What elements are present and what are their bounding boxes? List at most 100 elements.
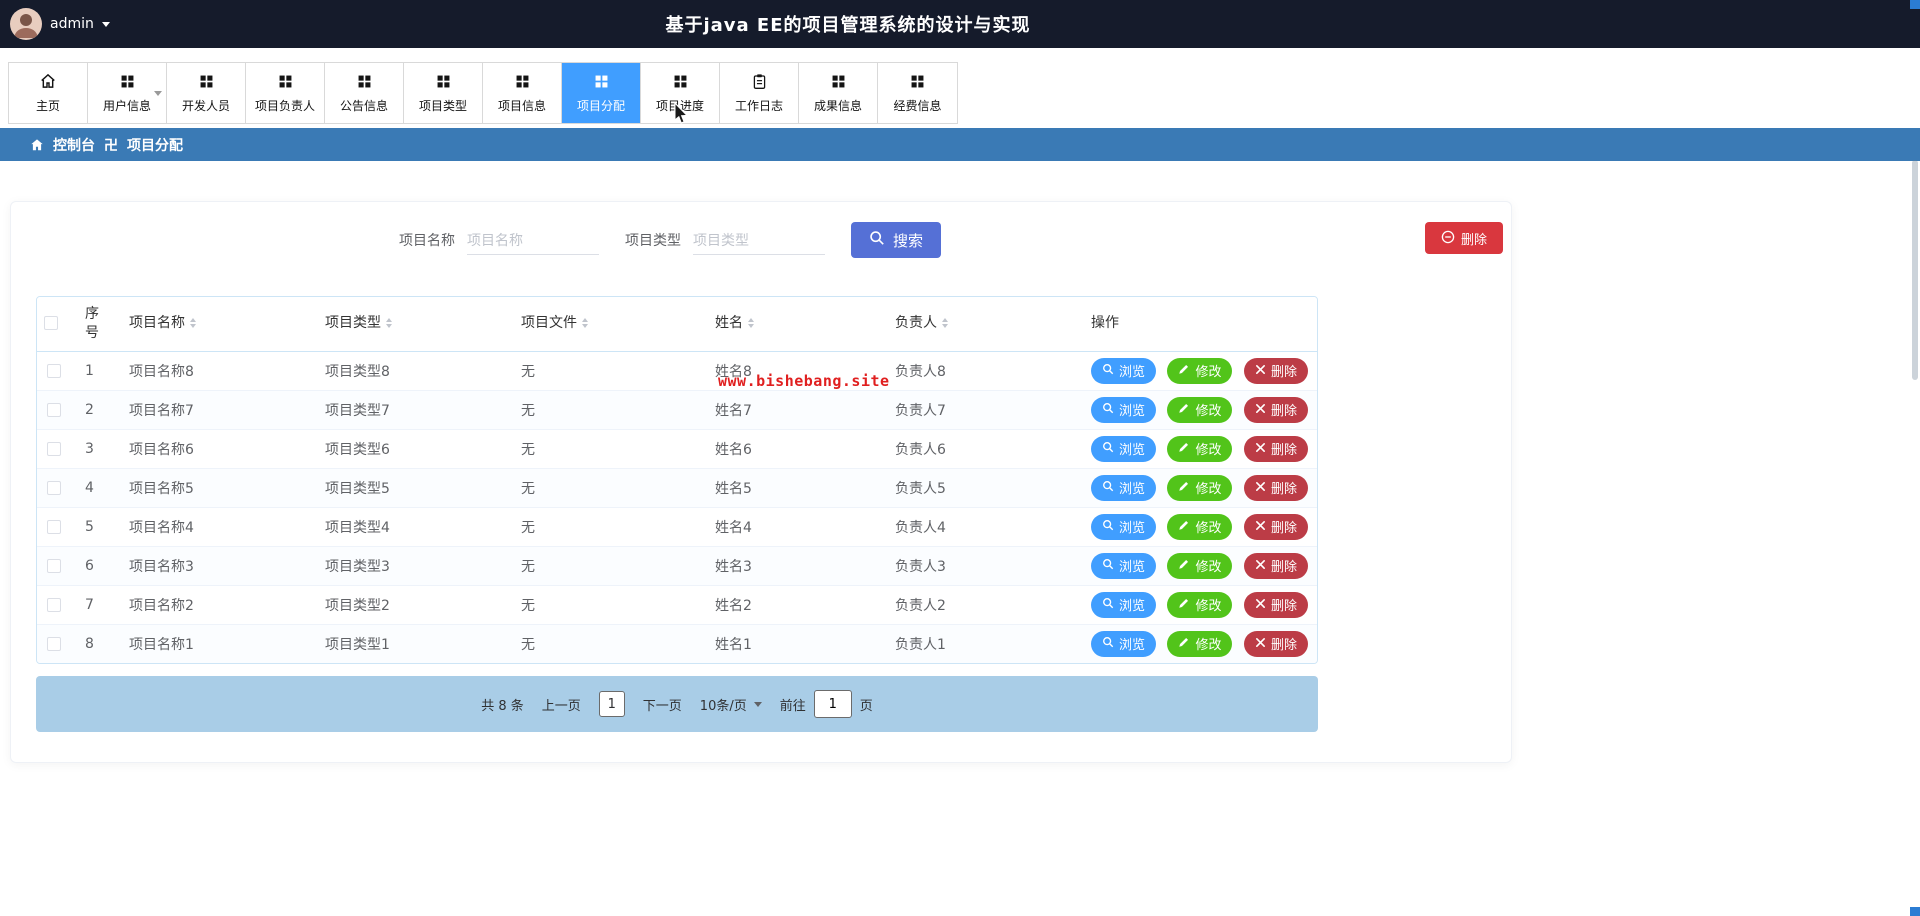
- search-icon: [1102, 519, 1114, 534]
- breadcrumb-console[interactable]: 控制台: [53, 135, 95, 155]
- col-header-file: 项目文件: [521, 315, 577, 332]
- edit-pencil-icon: [1178, 558, 1190, 573]
- delete-row-button[interactable]: 删除: [1243, 552, 1308, 579]
- delete-row-button[interactable]: 删除: [1243, 513, 1308, 540]
- edit-button[interactable]: 修改: [1167, 513, 1233, 540]
- journal-icon: [751, 72, 768, 90]
- delete-row-button[interactable]: 删除: [1243, 357, 1308, 384]
- pagination-bar: 共 8 条 上一页 1 下一页 10条/页 前往 页: [36, 676, 1318, 732]
- nav-tab-2[interactable]: 开发人员: [167, 63, 246, 123]
- cell-no: 7: [71, 585, 117, 625]
- view-button[interactable]: 浏览: [1091, 357, 1157, 384]
- col-header-name: 项目名称: [129, 315, 185, 332]
- view-button[interactable]: 浏览: [1091, 435, 1157, 462]
- view-button[interactable]: 浏览: [1091, 552, 1157, 579]
- search-button[interactable]: 搜索: [851, 222, 942, 258]
- view-button-label: 浏览: [1119, 364, 1146, 379]
- cell-leader: 负责人2: [883, 585, 1079, 625]
- edit-button[interactable]: 修改: [1167, 435, 1233, 462]
- search-toolbar: 项目名称 项目类型 搜索 删除: [11, 222, 1511, 270]
- edit-button-label: 修改: [1195, 481, 1222, 496]
- row-checkbox[interactable]: [47, 519, 61, 534]
- goto-page: 前往 页: [780, 690, 873, 718]
- nav-tab-8[interactable]: 项目进度: [641, 63, 720, 123]
- edit-button[interactable]: 修改: [1167, 396, 1233, 423]
- nav-tab-4[interactable]: 公告信息: [325, 63, 404, 123]
- row-checkbox[interactable]: [47, 363, 61, 378]
- cell-project-name: 项目名称7: [117, 390, 313, 430]
- nav-tab-label: 成果信息: [813, 99, 862, 113]
- project-name-input[interactable]: [467, 225, 599, 255]
- cell-project-file: 无: [509, 390, 703, 430]
- prev-page-button[interactable]: 上一页: [542, 695, 581, 714]
- nav-tab-11[interactable]: 经费信息: [878, 63, 957, 123]
- edit-button[interactable]: 修改: [1167, 552, 1233, 579]
- cell-person-name: 姓名8: [703, 351, 883, 391]
- sort-icon[interactable]: [942, 315, 948, 331]
- page-size-select[interactable]: 10条/页: [700, 695, 762, 714]
- edit-button[interactable]: 修改: [1167, 474, 1233, 501]
- delete-row-button[interactable]: 删除: [1243, 435, 1308, 462]
- cell-no: 4: [71, 468, 117, 508]
- close-icon: [1255, 519, 1266, 534]
- next-page-button[interactable]: 下一页: [643, 695, 682, 714]
- nav-tab-9[interactable]: 工作日志: [720, 63, 799, 123]
- nav-tab-3[interactable]: 项目负责人: [246, 63, 325, 123]
- nav-tab-1[interactable]: 用户信息: [88, 63, 167, 123]
- nav-tab-6[interactable]: 项目信息: [483, 63, 562, 123]
- nav-tab-0[interactable]: 主页: [9, 63, 88, 123]
- view-button[interactable]: 浏览: [1091, 630, 1157, 657]
- nav-tab-5[interactable]: 项目类型: [404, 63, 483, 123]
- sort-icon[interactable]: [582, 315, 588, 331]
- view-button[interactable]: 浏览: [1091, 591, 1157, 618]
- row-checkbox[interactable]: [47, 636, 61, 651]
- row-checkbox[interactable]: [47, 480, 61, 495]
- edit-button[interactable]: 修改: [1167, 630, 1233, 657]
- view-button[interactable]: 浏览: [1091, 474, 1157, 501]
- project-type-input[interactable]: [693, 225, 825, 255]
- delete-row-button[interactable]: 删除: [1243, 474, 1308, 501]
- cell-project-file: 无: [509, 429, 703, 469]
- avatar: [10, 8, 42, 40]
- nav-tab-label: 开发人员: [181, 99, 230, 113]
- sort-icon[interactable]: [190, 315, 196, 331]
- delete-row-button-label: 删除: [1270, 520, 1297, 535]
- edit-button[interactable]: 修改: [1167, 357, 1233, 384]
- edit-button[interactable]: 修改: [1167, 591, 1233, 618]
- nav-tab-10[interactable]: 成果信息: [799, 63, 878, 123]
- view-button[interactable]: 浏览: [1091, 513, 1157, 540]
- sort-icon[interactable]: [386, 315, 392, 331]
- search-icon: [1102, 363, 1114, 378]
- select-all-checkbox[interactable]: [44, 316, 58, 331]
- grid-icon: [514, 72, 531, 90]
- delete-row-button[interactable]: 删除: [1243, 591, 1308, 618]
- row-checkbox[interactable]: [47, 441, 61, 456]
- delete-row-button[interactable]: 删除: [1243, 630, 1308, 657]
- delete-row-button[interactable]: 删除: [1243, 396, 1308, 423]
- goto-suffix: 页: [859, 698, 873, 714]
- row-checkbox[interactable]: [47, 597, 61, 612]
- view-button[interactable]: 浏览: [1091, 396, 1157, 423]
- nav-bar: 主页 用户信息 开发人员 项目负责人 公告信息 项目类型 项目信息 项目分配 项…: [0, 48, 1920, 128]
- bulk-delete-button[interactable]: 删除: [1424, 222, 1503, 254]
- col-header-leader: 负责人: [895, 315, 937, 332]
- nav-tab-label: 项目信息: [497, 99, 546, 113]
- goto-page-input[interactable]: [813, 690, 852, 718]
- grid-icon: [198, 72, 215, 90]
- row-checkbox[interactable]: [47, 402, 61, 417]
- col-header-no: 序号: [85, 305, 99, 341]
- content-card: 项目名称 项目类型 搜索 删除: [10, 201, 1512, 763]
- scrollbar-down-arrow[interactable]: [1910, 907, 1920, 916]
- close-icon: [1255, 558, 1266, 573]
- grid-icon: [435, 72, 452, 90]
- row-checkbox[interactable]: [47, 558, 61, 573]
- cell-no: 2: [71, 390, 117, 430]
- view-button-label: 浏览: [1119, 598, 1146, 613]
- user-menu[interactable]: admin: [10, 8, 110, 40]
- nav-tab-7[interactable]: 项目分配: [562, 63, 641, 123]
- sort-icon[interactable]: [748, 315, 754, 331]
- scrollbar-thumb[interactable]: [1912, 160, 1918, 380]
- current-page[interactable]: 1: [598, 691, 625, 717]
- scrollbar-up-arrow[interactable]: [1910, 0, 1920, 9]
- table-row: 7 项目名称2 项目类型2 无 姓名2 负责人2 浏览 修改 删除: [37, 585, 1317, 625]
